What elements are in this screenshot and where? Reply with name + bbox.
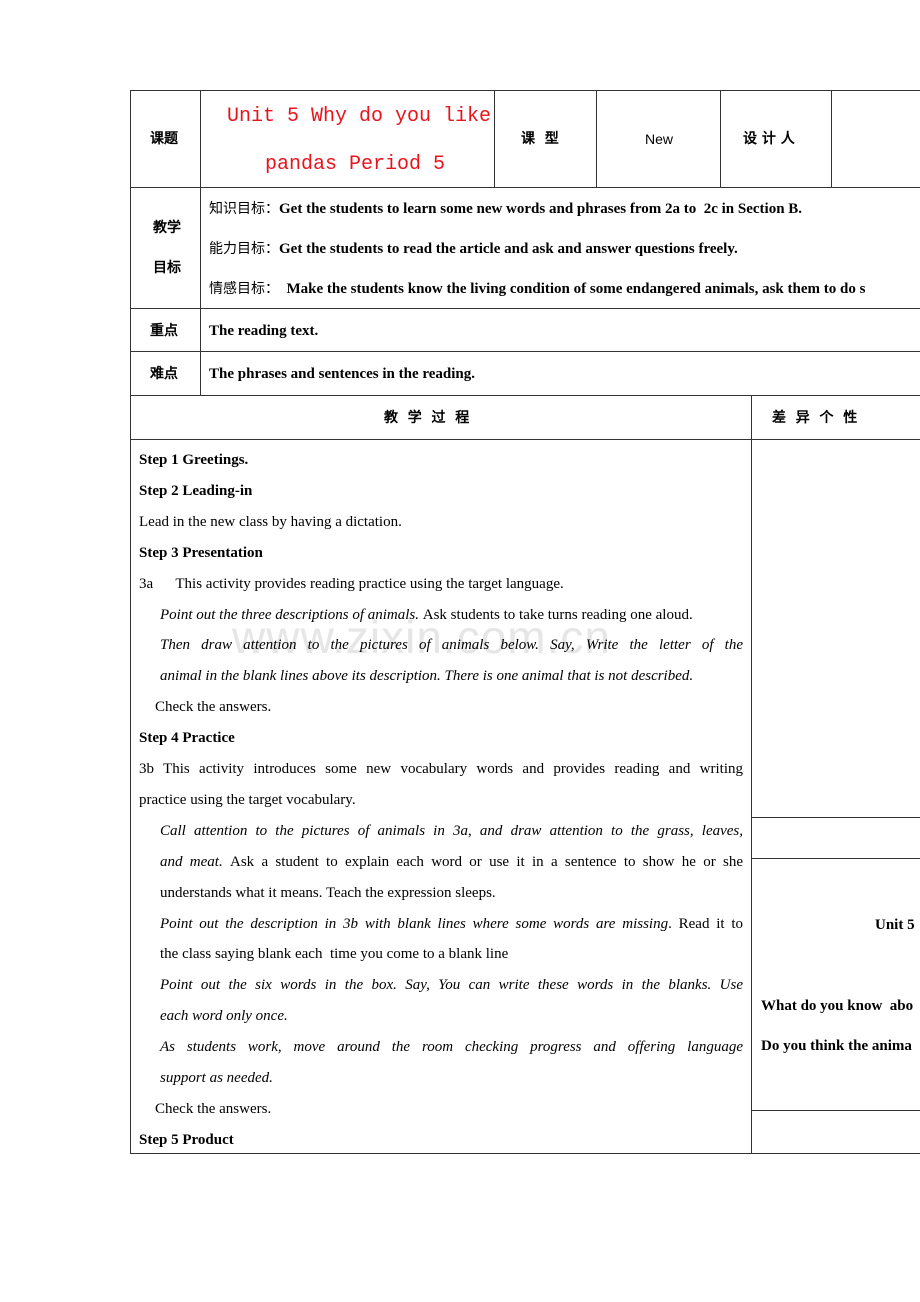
objective-label: 能力目标：	[209, 241, 279, 257]
process-line: Then draw attention to the pictures of a…	[160, 635, 743, 655]
process-text: Then draw attention to the pictures of a…	[160, 637, 743, 654]
process-text: Ask a student to explain each word or us…	[230, 853, 743, 870]
col-divider	[720, 90, 721, 187]
process-text: Lead in the new class by having a dictat…	[139, 513, 402, 530]
process-line: Call attention to the pictures of animal…	[160, 821, 743, 841]
process-text: Step 1 Greetings.	[139, 452, 249, 468]
process-text: Step 2 Leading-in	[139, 482, 253, 499]
side-divider	[751, 817, 920, 818]
process-text: Call attention to the pictures of animal…	[160, 822, 469, 839]
process-text: Step 3 Presentation	[139, 544, 263, 561]
type-value: New	[645, 131, 674, 147]
difficult-point-text: The phrases and sentences in the reading…	[209, 366, 476, 382]
process-text: 3b This activity introduces some new voc…	[139, 761, 743, 777]
process-header: 教 学 过 程	[384, 410, 470, 426]
process-text: . Read it to	[668, 915, 743, 932]
process-line: support as needed.	[160, 1068, 273, 1088]
table-border-bottom	[130, 1153, 920, 1154]
process-line: Point out the three descriptions of anim…	[160, 605, 693, 625]
process-line: Point out the description in 3b with bla…	[160, 914, 743, 934]
side-note-question: Do you think the anima	[761, 1038, 912, 1054]
process-line: 3a This activity provides reading practi…	[139, 574, 564, 594]
process-text: and draw attention to the grass, leaves,	[479, 822, 743, 839]
process-line: each word only once.	[160, 1006, 288, 1026]
side-note-question: What do you know abo	[761, 998, 914, 1014]
process-line: Step 3 Presentation	[139, 543, 263, 563]
process-line: animal in the blank lines above its desc…	[160, 666, 693, 686]
process-line: As students work, move around the room c…	[160, 1037, 743, 1057]
process-text: the class saying blank each time you com…	[160, 946, 509, 963]
table-border-top	[130, 90, 920, 91]
key-point-text: The reading text.	[209, 323, 319, 339]
side-header: 差 异 个 性	[772, 410, 858, 426]
row-divider	[130, 351, 920, 352]
objective-text: Get the students to learn some new words…	[279, 201, 803, 217]
process-line: Step 4 Practice	[139, 728, 235, 748]
process-text: support as needed.	[160, 1070, 273, 1086]
process-text: understands what it means. Teach the exp…	[160, 884, 496, 901]
process-line: the class saying blank each time you com…	[160, 944, 508, 964]
process-text: Step 5 Product	[139, 1131, 234, 1148]
objective-label: 情感目标：	[209, 281, 279, 297]
lesson-title-line2: pandas Period 5	[265, 153, 446, 176]
process-text: and meat.	[160, 853, 230, 870]
row-divider	[130, 439, 920, 440]
objective-text: Make the students know the living condit…	[279, 281, 866, 297]
table-border-left	[130, 90, 131, 1154]
objectives-label-2: 目标	[153, 260, 181, 276]
designer-label: 设 计 人	[743, 131, 795, 147]
process-text: Point out the three descriptions of anim…	[160, 606, 423, 623]
side-divider	[751, 1110, 920, 1111]
process-line: Lead in the new class by having a dictat…	[139, 512, 402, 532]
process-line: and meat. Ask a student to explain each …	[160, 852, 743, 872]
row-divider	[130, 187, 920, 188]
process-text: each word only once.	[160, 1008, 288, 1025]
process-text: As students work, move around the room c…	[160, 1039, 743, 1056]
col-divider	[200, 90, 201, 395]
objective-knowledge: 知识目标：Get the students to learn some new …	[209, 199, 802, 219]
process-line: understands what it means. Teach the exp…	[160, 883, 496, 903]
side-divider	[751, 858, 920, 859]
process-line: Step 5 Product	[139, 1130, 234, 1150]
col-divider	[831, 90, 832, 187]
objective-label: 知识目标：	[209, 201, 279, 217]
process-line: Check the answers.	[155, 1099, 271, 1119]
col-divider	[596, 90, 597, 187]
process-line: Step 2 Leading-in	[139, 481, 252, 501]
objective-ability: 能力目标：Get the students to read the articl…	[209, 239, 738, 259]
row-divider	[130, 308, 920, 309]
objectives-label-1: 教学	[153, 220, 181, 236]
process-line: practice using the target vocabulary.	[139, 790, 356, 810]
process-line: Check the answers.	[155, 697, 271, 717]
process-text: 3a This activity provides reading practi…	[139, 575, 564, 592]
col-divider	[494, 90, 495, 187]
process-text: practice using the target vocabulary.	[139, 791, 356, 808]
topic-label: 课题	[150, 131, 178, 147]
col-divider	[751, 395, 752, 1153]
side-note-title: Unit 5	[875, 917, 915, 933]
key-point-label: 重点	[150, 323, 178, 339]
objective-text: Get the students to read the article and…	[279, 241, 738, 257]
process-text: Check the answers.	[155, 699, 272, 716]
process-text: Point out the description in 3b with bla…	[160, 915, 669, 932]
process-line: Point out the six words in the box. Say,…	[160, 975, 743, 995]
process-text: Ask students to take turns reading one a…	[422, 606, 693, 623]
difficult-point-label: 难点	[150, 366, 178, 382]
process-text: Point out the six words in the box. Say,…	[160, 977, 743, 994]
process-text: animal in the blank lines above its desc…	[160, 668, 694, 685]
objective-emotion: 情感目标： Make the students know the living …	[209, 279, 865, 299]
type-label: 课 型	[521, 131, 559, 147]
process-text: Check the answers.	[155, 1100, 272, 1117]
process-text: ,	[468, 822, 480, 839]
lesson-title-line1: Unit 5 Why do you like	[227, 105, 492, 128]
row-divider	[130, 395, 920, 396]
process-line: Step 1 Greetings.	[139, 450, 248, 470]
process-line: 3b This activity introduces some new voc…	[139, 759, 743, 779]
process-text: Step 4 Practice	[139, 730, 235, 747]
